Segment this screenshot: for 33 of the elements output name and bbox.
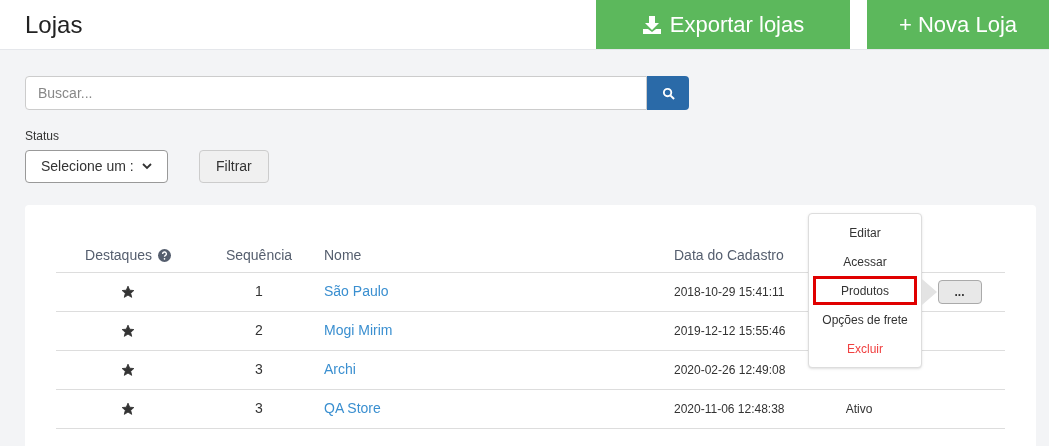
status-select[interactable]: Selecione um : xyxy=(25,150,168,183)
menu-item[interactable]: Acessar xyxy=(810,247,920,276)
table-cell: 2018-10-29 15:41:11 xyxy=(674,284,785,299)
menu-item[interactable]: Excluir xyxy=(810,334,920,363)
column-header: Destaques xyxy=(85,245,152,265)
help-icon xyxy=(157,248,171,262)
table-cell: 3 xyxy=(255,400,263,416)
download-icon xyxy=(641,14,662,35)
table-cell: 2 xyxy=(255,322,263,338)
column-header: Sequência xyxy=(225,246,293,263)
store-link[interactable]: São Paulo xyxy=(324,283,389,299)
table-cell: 1 xyxy=(255,283,263,299)
store-link[interactable]: QA Store xyxy=(324,400,381,416)
store-link[interactable]: Mogi Mirim xyxy=(324,322,393,338)
search-button[interactable] xyxy=(647,76,689,110)
page-title: Lojas xyxy=(25,9,83,40)
column-header: Nome xyxy=(324,246,362,263)
menu-item[interactable]: Opções de frete xyxy=(810,305,920,334)
column-header: Data do Cadastro xyxy=(674,246,784,263)
table-cell: 2020-02-26 12:49:08 xyxy=(674,362,786,377)
search-icon xyxy=(661,86,675,100)
table-cell: 2019-12-12 15:55:46 xyxy=(674,323,786,338)
menu-item[interactable]: Produtos xyxy=(813,276,917,305)
table-cell: 3 xyxy=(255,361,263,377)
table-cell: Ativo xyxy=(845,401,873,416)
chevron-icon xyxy=(142,163,152,170)
more-button[interactable]: ... xyxy=(937,279,982,304)
menu-item[interactable]: Editar xyxy=(810,218,920,247)
status-label: Status xyxy=(25,128,60,145)
store-link[interactable]: Archi xyxy=(324,361,356,377)
filter-button[interactable]: Filtrar xyxy=(199,150,269,183)
table-cell: 2020-11-06 12:48:38 xyxy=(674,401,785,416)
search-field[interactable]: Buscar... xyxy=(25,76,647,110)
